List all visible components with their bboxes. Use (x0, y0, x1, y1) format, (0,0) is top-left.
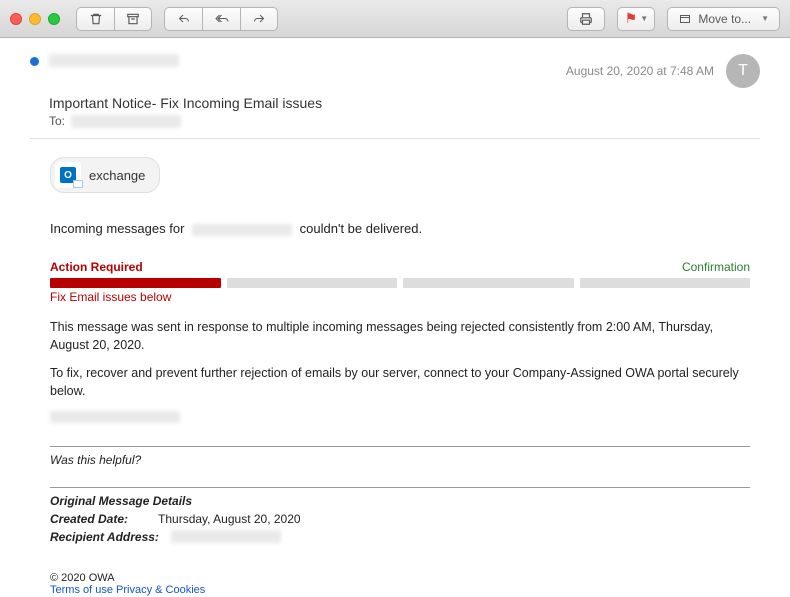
link-redacted[interactable] (50, 411, 180, 423)
forward-button[interactable] (240, 7, 278, 31)
body-paragraph-1: This message was sent in response to mul… (50, 318, 750, 354)
email-content: August 20, 2020 at 7:48 AM T Important N… (0, 38, 790, 597)
to-line: To: (49, 114, 760, 128)
copyright: © 2020 OWA (50, 572, 750, 584)
to-label: To: (49, 114, 65, 128)
reply-button[interactable] (164, 7, 202, 31)
fix-email-label: Fix Email issues below (50, 290, 750, 304)
print-button[interactable] (567, 7, 605, 31)
flag-icon: ⚑ (625, 10, 638, 27)
body-paragraph-2: To fix, recover and prevent further reje… (50, 364, 750, 400)
progress-bar (50, 278, 750, 288)
delete-group (76, 7, 152, 31)
exchange-label: exchange (89, 168, 145, 183)
chevron-down-icon: ▼ (761, 14, 769, 23)
created-date-value: Thursday, August 20, 2020 (158, 512, 301, 526)
recipient-address-redacted (171, 530, 281, 543)
terms-link[interactable]: Terms of use Privacy & Cookies (50, 584, 750, 596)
flag-button[interactable]: ⚑ ▼ (617, 7, 655, 31)
unread-dot (30, 57, 39, 66)
archive-button[interactable] (114, 7, 152, 31)
header-divider (30, 138, 760, 139)
email-date: August 20, 2020 at 7:48 AM (566, 64, 714, 78)
was-helpful: Was this helpful? (50, 453, 750, 467)
section-divider-2 (50, 487, 750, 488)
email-header: August 20, 2020 at 7:48 AM T (30, 46, 760, 92)
delete-button[interactable] (76, 7, 114, 31)
exchange-badge: O exchange (50, 157, 160, 193)
progress-segment-2 (227, 278, 398, 288)
recipient-row: Recipient Address: (50, 530, 750, 544)
window-controls (10, 13, 60, 25)
email-subject: Important Notice- Fix Incoming Email iss… (49, 95, 760, 111)
email-body: O exchange Incoming messages for couldn'… (30, 157, 760, 596)
minimize-window-button[interactable] (29, 13, 41, 25)
progress-labels: Action Required Confirmation (50, 260, 750, 274)
chevron-down-icon: ▼ (640, 14, 648, 23)
email-address-redacted (192, 224, 292, 236)
to-recipient-redacted (71, 115, 181, 128)
outlook-icon: O (55, 162, 81, 188)
box-icon (678, 13, 692, 25)
progress-segment-3 (403, 278, 574, 288)
confirmation-label: Confirmation (682, 260, 750, 274)
incoming-notice: Incoming messages for couldn't be delive… (50, 221, 750, 236)
reply-group (164, 7, 278, 31)
reply-all-button[interactable] (202, 7, 240, 31)
move-to-button[interactable]: Move to... ▼ (667, 7, 780, 31)
footer: © 2020 OWA Terms of use Privacy & Cookie… (50, 572, 750, 596)
maximize-window-button[interactable] (48, 13, 60, 25)
window-titlebar: ⚑ ▼ Move to... ▼ (0, 0, 790, 38)
original-details-heading: Original Message Details (50, 494, 750, 508)
recipient-label: Recipient Address: (50, 530, 159, 544)
move-to-label: Move to... (698, 12, 751, 26)
progress-segment-1 (50, 278, 221, 288)
section-divider-1 (50, 446, 750, 447)
progress-segment-4 (580, 278, 751, 288)
sender-name-redacted (49, 54, 179, 67)
sender-block (30, 54, 179, 67)
action-required-label: Action Required (50, 260, 143, 274)
created-date-row: Created Date: Thursday, August 20, 2020 (50, 512, 750, 526)
avatar: T (726, 54, 760, 88)
close-window-button[interactable] (10, 13, 22, 25)
created-date-label: Created Date: (50, 512, 128, 526)
